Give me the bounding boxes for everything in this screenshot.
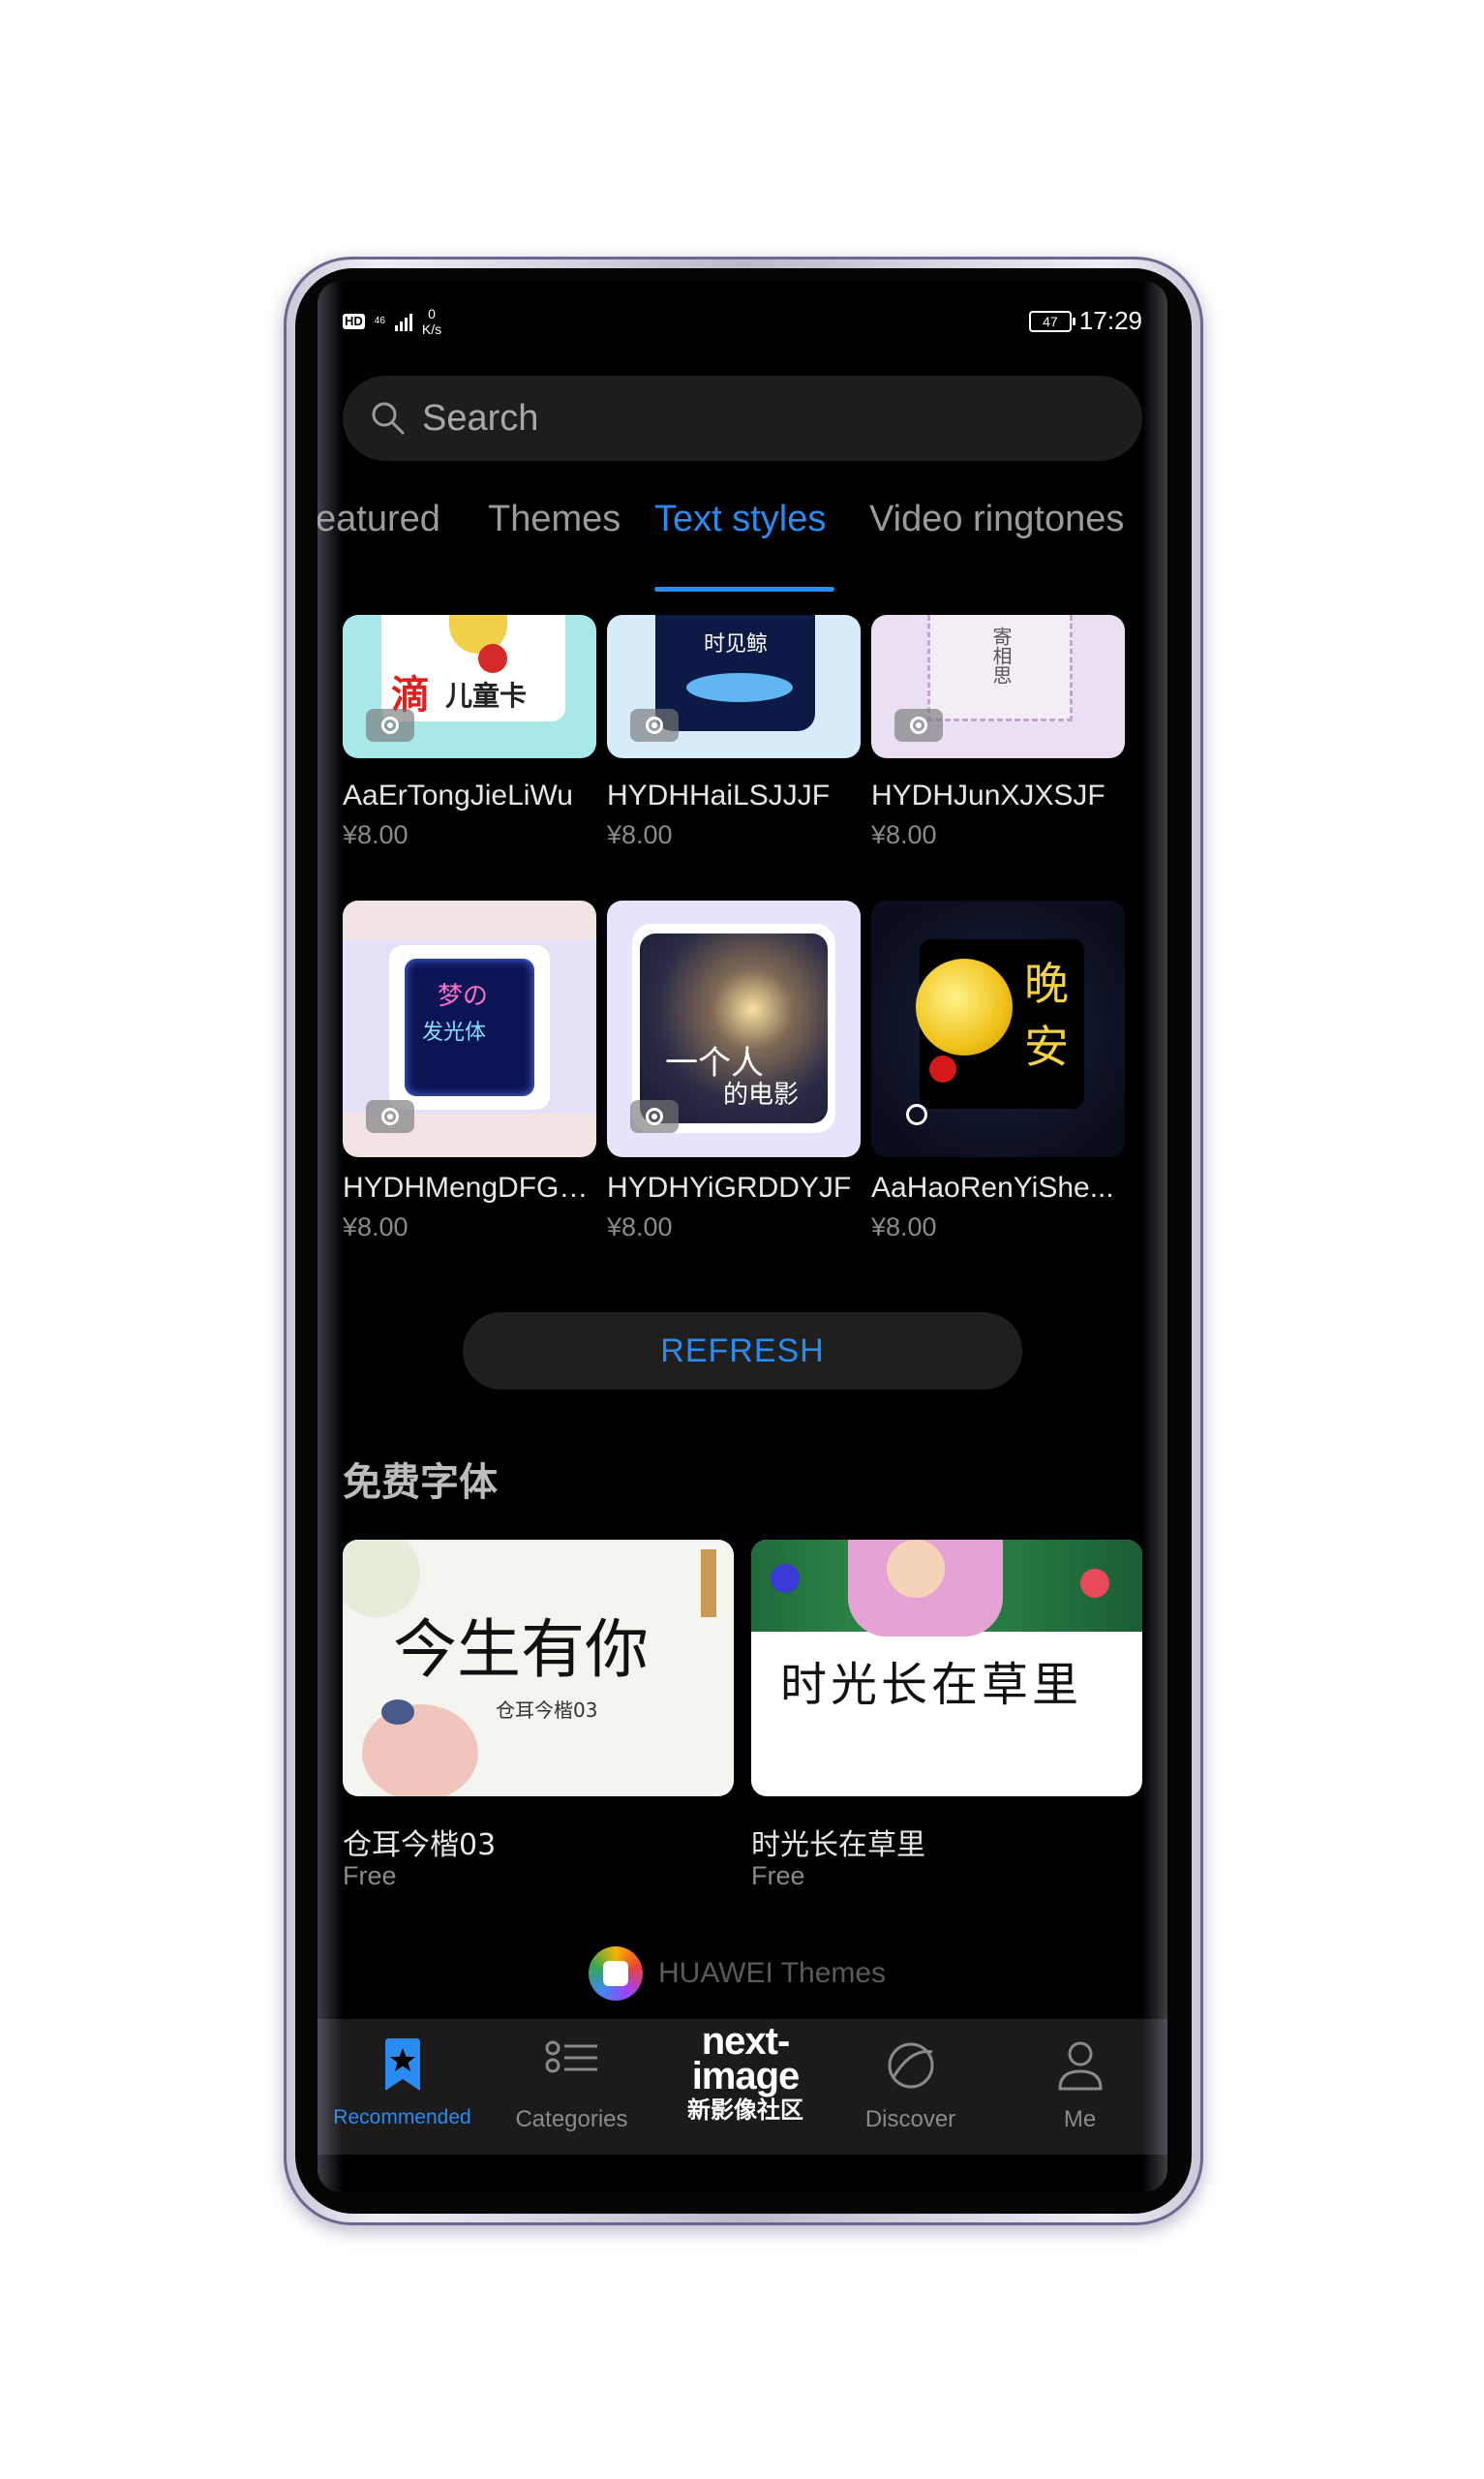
status-bar: HD 46 0 K/s 47 17:29 xyxy=(318,281,1167,368)
font-price: Free xyxy=(751,1861,805,1890)
font-title: HYDHJunXJXSJF xyxy=(871,780,1105,811)
watermark: next- image 新影像社区 xyxy=(678,2022,813,2123)
brand-name: HUAWEI Themes xyxy=(658,1957,887,1989)
thumb-text: 安 xyxy=(1024,1021,1069,1073)
thumb-text: 仓耳今楷03 xyxy=(496,1699,598,1722)
tab-active-indicator xyxy=(654,587,834,592)
flower-decor xyxy=(362,1704,478,1796)
whale-shape xyxy=(686,673,793,702)
thumb-text: 寄相思 xyxy=(989,627,1013,685)
thumb-text: 时光长在草里 xyxy=(780,1658,1083,1712)
nav-me[interactable]: Me xyxy=(995,2019,1165,2155)
nav-label: Me xyxy=(1063,2106,1097,2132)
signal-icon xyxy=(394,312,412,331)
font-thumbnail: 时光长在草里 xyxy=(751,1540,1142,1796)
tab-bar: eatured Themes Text styles Video rington… xyxy=(318,499,1167,566)
nav-label: Recommended xyxy=(333,2106,471,2128)
screen-edge-left xyxy=(318,281,343,2192)
bird-decor xyxy=(381,1699,414,1725)
bell-decor xyxy=(701,1549,716,1617)
live-preview-icon xyxy=(630,1100,679,1133)
watermark-line: image xyxy=(691,2055,801,2097)
flower-decor xyxy=(1080,1569,1109,1598)
thumb-text: 发光体 xyxy=(422,1021,487,1045)
thumb-text: 晚 xyxy=(1024,958,1069,1010)
font-title: HYDHHaiLSJJJF xyxy=(607,780,831,811)
thumb-text: 今生有你 xyxy=(393,1612,649,1687)
flower-decor xyxy=(771,1564,800,1593)
font-price: Free xyxy=(343,1861,397,1890)
font-title: HYDHYiGRDDYJF xyxy=(607,1172,852,1204)
status-left: HD 46 0 K/s xyxy=(343,306,441,337)
thumb-text: 儿童卡 xyxy=(445,680,528,712)
live-preview-icon xyxy=(906,1104,927,1125)
watermark-line: 新影像社区 xyxy=(687,2097,803,2124)
font-price: ¥8.00 xyxy=(871,820,937,849)
search-icon xyxy=(372,402,405,435)
tab-video-ringtones[interactable]: Video ringtones xyxy=(869,499,1124,540)
bookmark-star-icon xyxy=(384,2038,420,2091)
font-thumbnail: 今生有你 仓耳今楷03 xyxy=(343,1540,734,1796)
moon-shape xyxy=(916,959,1013,1056)
search-input[interactable] xyxy=(420,396,1005,441)
font-price: ¥8.00 xyxy=(343,820,409,849)
nav-label: Categories xyxy=(515,2106,628,2132)
font-title: AaErTongJieLiWu xyxy=(343,780,573,811)
girl-face xyxy=(887,1540,945,1598)
tab-themes[interactable]: Themes xyxy=(488,499,621,540)
speed-unit: K/s xyxy=(421,321,442,337)
planet-icon xyxy=(888,2042,933,2089)
speed-value: 0 xyxy=(428,306,436,321)
font-title: 仓耳今楷03 xyxy=(343,1828,497,1862)
font-price: ¥8.00 xyxy=(871,1212,937,1241)
tab-text-styles[interactable]: Text styles xyxy=(654,499,826,540)
font-title: HYDHMengDFGT... xyxy=(343,1172,596,1204)
cartoon-dot xyxy=(478,644,507,673)
live-preview-icon xyxy=(894,709,943,742)
font-title: AaHaoRenYiShe... xyxy=(871,1172,1114,1204)
thumb-text: 梦の xyxy=(438,982,489,1011)
status-right: 47 17:29 xyxy=(1028,306,1142,336)
themes-logo-icon xyxy=(589,1946,643,2001)
thumb-text: 的电影 xyxy=(723,1081,800,1110)
live-preview-icon xyxy=(630,709,679,742)
refresh-button[interactable]: REFRESH xyxy=(463,1312,1022,1390)
brand-footer: HUAWEI Themes xyxy=(589,1946,886,2001)
battery-icon: 47 xyxy=(1028,310,1075,332)
section-title: 免费字体 xyxy=(343,1460,498,1505)
rose-shape xyxy=(929,1056,956,1083)
tab-featured[interactable]: eatured xyxy=(318,499,440,540)
nav-discover[interactable]: Discover xyxy=(826,2019,995,2155)
screen-edge-right xyxy=(1142,281,1167,2192)
nav-categories[interactable]: Categories xyxy=(487,2019,656,2155)
hd-badge: HD xyxy=(343,314,365,329)
font-price: ¥8.00 xyxy=(343,1212,409,1241)
thumb-text: 时见鲸 xyxy=(704,632,769,657)
network-speed: 0 K/s xyxy=(422,306,441,337)
search-bar[interactable] xyxy=(343,376,1142,461)
font-title: 时光长在草里 xyxy=(751,1828,925,1862)
font-price: ¥8.00 xyxy=(607,1212,673,1241)
nav-recommended[interactable]: Recommended xyxy=(318,2019,487,2155)
person-icon xyxy=(1057,2041,1103,2091)
gesture-area xyxy=(318,2155,1167,2192)
network-type: 46 xyxy=(374,316,385,326)
live-preview-icon xyxy=(366,709,414,742)
font-price: ¥8.00 xyxy=(607,820,673,849)
nav-label: Discover xyxy=(864,2106,956,2132)
live-preview-icon xyxy=(366,1100,414,1133)
clock: 17:29 xyxy=(1078,306,1142,335)
screen: HD 46 0 K/s 47 17:29 eatured Themes Text… xyxy=(318,281,1167,2192)
list-icon xyxy=(545,2040,597,2073)
